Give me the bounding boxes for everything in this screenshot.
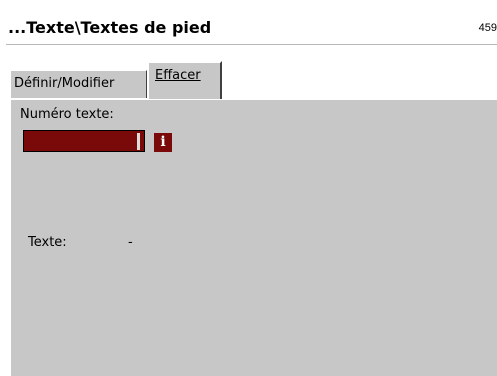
numero-texte-input[interactable] (23, 130, 145, 152)
tab-definir-modifier[interactable]: Définir/Modifier (9, 69, 148, 99)
app-window: ...Texte\Textes de pied 459 Définir/Modi… (0, 0, 497, 376)
texte-label: Texte: (28, 235, 67, 250)
screen-code: 459 (478, 22, 497, 34)
texte-value: - (128, 235, 133, 250)
numero-texte-label: Numéro texte: (20, 107, 114, 122)
window-title: ...Texte\Textes de pied (8, 18, 212, 37)
tab-effacer-label: Effacer (155, 68, 201, 83)
text-caret (137, 133, 140, 150)
title-bar: ...Texte\Textes de pied 459 (6, 0, 497, 45)
main-area: Définir/Modifier Effacer Numéro texte: i… (6, 45, 497, 376)
tab-effacer[interactable]: Effacer (147, 61, 222, 99)
info-icon[interactable]: i (154, 133, 172, 152)
tab-definir-modifier-label: Définir/Modifier (14, 76, 115, 91)
